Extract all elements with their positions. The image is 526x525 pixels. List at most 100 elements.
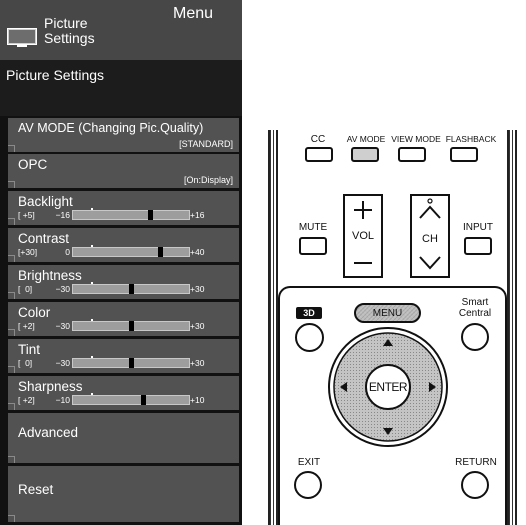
picture-settings-menu: Picture Settings Menu Picture Settings A…: [0, 0, 242, 525]
remote-edge-right: [507, 130, 517, 525]
item-notch: [8, 292, 15, 299]
tint-min: −30: [55, 358, 70, 368]
vol-label: VOL: [351, 230, 374, 242]
section-title-bar: Picture Settings: [0, 60, 242, 116]
contrast-max: +40: [190, 247, 205, 257]
backlight-current: [ +5]: [18, 210, 35, 220]
item-notch: [8, 403, 15, 410]
item-notch: [8, 255, 15, 262]
menu-button-label: MENU: [372, 308, 403, 319]
volume-rocker[interactable]: VOL: [343, 194, 383, 278]
tint-max: +30: [190, 358, 205, 368]
brightness-max: +30: [190, 284, 205, 294]
slider-knob[interactable]: [129, 358, 134, 368]
tint-current: [ 0]: [18, 358, 33, 368]
slider-knob[interactable]: [129, 321, 134, 331]
flashback-label: FLASHBACK: [445, 134, 497, 144]
view-mode-label: VIEW MODE: [391, 134, 441, 144]
color-current: [ +2]: [18, 321, 35, 331]
color-label: Color: [18, 305, 51, 320]
menu-header: Picture Settings Menu: [0, 0, 242, 60]
flashback-button[interactable]: [450, 147, 478, 162]
slider-knob[interactable]: [158, 247, 163, 257]
item-notch: [8, 329, 15, 336]
color-min: −30: [55, 321, 70, 331]
color-max: +30: [190, 321, 205, 331]
opc-value: [On:Display]: [183, 175, 233, 185]
color-slider[interactable]: [72, 321, 190, 331]
reset-label: Reset: [18, 482, 54, 497]
cc-button[interactable]: [305, 147, 333, 162]
exit-button[interactable]: [294, 471, 322, 499]
av-mode-label: AV MODE (Changing Pic.Quality): [18, 121, 204, 135]
smart-central-label: Smart Central: [455, 297, 495, 319]
slider-knob[interactable]: [147, 210, 153, 220]
view-mode-button[interactable]: [398, 147, 426, 162]
slider-knob[interactable]: [140, 395, 146, 405]
ch-label: CH: [422, 233, 438, 245]
sharpness-label: Sharpness: [18, 379, 83, 394]
3d-label: 3D: [296, 307, 322, 319]
av-mode-button[interactable]: [351, 147, 379, 162]
menu-item-av-mode[interactable]: AV MODE (Changing Pic.Quality) [STANDARD…: [8, 118, 239, 152]
tint-label: Tint: [18, 342, 41, 357]
advanced-label: Advanced: [18, 425, 79, 440]
3d-button[interactable]: [295, 323, 324, 352]
menu-item-contrast[interactable]: Contrast [+30] 0 +40: [8, 228, 239, 262]
header-title: Picture Settings: [44, 15, 95, 46]
sharpness-current: [ +2]: [18, 395, 35, 405]
contrast-current: [+30]: [18, 247, 38, 257]
smart-central-line2: Central: [458, 308, 492, 319]
contrast-slider[interactable]: [72, 247, 190, 257]
menu-item-brightness[interactable]: Brightness [ 0] −30 +30: [8, 265, 239, 299]
tv-icon: [7, 28, 37, 47]
cc-label: CC: [310, 134, 326, 145]
return-label: RETURN: [455, 457, 497, 468]
menu-item-opc[interactable]: OPC [On:Display]: [8, 154, 239, 188]
menu-item-tint[interactable]: Tint [ 0] −30 +30: [8, 339, 239, 373]
menu-button[interactable]: MENU: [354, 303, 421, 323]
brightness-label: Brightness: [18, 268, 82, 283]
backlight-label: Backlight: [18, 194, 73, 209]
remote-edge-left: [268, 130, 278, 525]
mute-label: MUTE: [298, 222, 328, 233]
exit-label: EXIT: [297, 457, 321, 468]
opc-label: OPC: [18, 157, 48, 172]
smart-central-line1: Smart: [461, 297, 489, 308]
backlight-max: +16: [190, 210, 205, 220]
sharpness-min: −10: [55, 395, 70, 405]
brightness-min: −30: [55, 284, 70, 294]
section-title: Picture Settings: [6, 67, 105, 83]
mute-button[interactable]: [299, 237, 327, 255]
menu-item-advanced[interactable]: Advanced: [8, 413, 239, 463]
menu-item-color[interactable]: Color [ +2] −30 +30: [8, 302, 239, 336]
return-button[interactable]: [461, 471, 489, 499]
contrast-min: 0: [65, 247, 70, 257]
menu-item-reset[interactable]: Reset: [8, 466, 239, 522]
sharpness-max: +10: [190, 395, 205, 405]
brightness-slider[interactable]: [72, 284, 190, 294]
item-notch: [8, 218, 15, 225]
smart-central-button[interactable]: [461, 323, 489, 351]
item-notch: [8, 456, 15, 463]
backlight-slider[interactable]: [72, 210, 190, 220]
av-mode-value: [STANDARD]: [179, 139, 233, 149]
backlight-min: −16: [55, 210, 70, 220]
remote-control: CC AV MODE VIEW MODE FLASHBACK MUTE VOL …: [268, 130, 517, 525]
item-notch: [8, 515, 15, 522]
contrast-label: Contrast: [18, 231, 70, 246]
item-notch: [8, 366, 15, 373]
channel-rocker[interactable]: CH: [410, 194, 450, 278]
menu-item-backlight[interactable]: Backlight [ +5] −16 +16: [8, 191, 239, 225]
menu-item-sharpness[interactable]: Sharpness [ +2] −10 +10: [8, 376, 239, 410]
item-notch: [8, 181, 15, 188]
header-menu-label: Menu: [173, 5, 214, 22]
enter-label: ENTER: [368, 380, 408, 394]
slider-knob[interactable]: [129, 284, 134, 294]
item-notch: [8, 145, 15, 152]
input-label: INPUT: [463, 222, 493, 233]
input-button[interactable]: [464, 237, 492, 255]
tint-slider[interactable]: [72, 358, 190, 368]
sharpness-slider[interactable]: [72, 395, 190, 405]
av-mode-label: AV MODE: [346, 134, 386, 144]
